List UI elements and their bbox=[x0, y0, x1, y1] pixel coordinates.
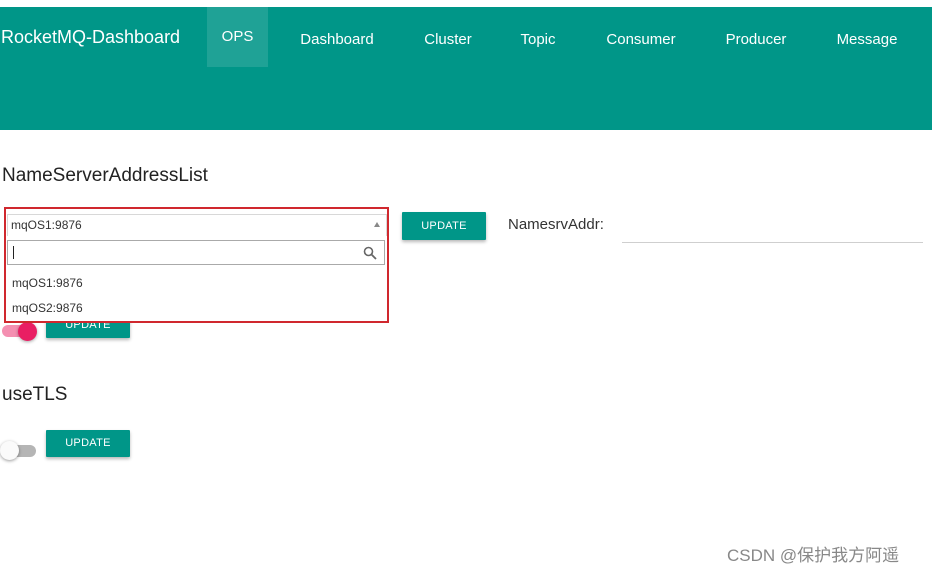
nav-dashboard[interactable]: Dashboard bbox=[286, 7, 388, 67]
namesrv-addr-input[interactable] bbox=[622, 242, 923, 243]
nameserver-update-button[interactable]: UPDATE bbox=[402, 212, 486, 240]
brand-title[interactable]: RocketMQ-Dashboard bbox=[1, 27, 180, 48]
namesrv-addr-label: NamesrvAddr: bbox=[508, 216, 604, 233]
nameserver-select[interactable]: mqOS1:9876 bbox=[7, 214, 387, 236]
nav-topic[interactable]: Topic bbox=[505, 7, 571, 67]
use-tls-update-button[interactable]: UPDATE bbox=[46, 430, 130, 457]
text-cursor bbox=[13, 246, 14, 259]
nameserver-selected-value: mqOS1:9876 bbox=[11, 218, 82, 232]
csdn-watermark: CSDN @保护我方阿遥 bbox=[727, 546, 900, 565]
toggle-knob bbox=[18, 322, 37, 341]
use-tls-section-title: useTLS bbox=[2, 384, 68, 405]
nameserver-section-title: NameServerAddressList bbox=[2, 165, 208, 186]
top-navbar: RocketMQ-Dashboard OPS Dashboard Cluster… bbox=[0, 7, 932, 130]
nameserver-search-input[interactable] bbox=[7, 240, 385, 265]
caret-up-icon[interactable] bbox=[374, 222, 380, 227]
search-icon bbox=[363, 246, 377, 260]
nav-consumer[interactable]: Consumer bbox=[590, 7, 692, 67]
dropdown-option-mqos2[interactable]: mqOS2:9876 bbox=[12, 301, 83, 315]
toggle-knob bbox=[0, 441, 19, 460]
nav-message[interactable]: Message bbox=[820, 7, 914, 67]
dropdown-option-mqos1[interactable]: mqOS1:9876 bbox=[12, 276, 83, 290]
nav-ops[interactable]: OPS bbox=[207, 7, 268, 67]
nav-producer[interactable]: Producer bbox=[710, 7, 802, 67]
nav-cluster[interactable]: Cluster bbox=[408, 7, 488, 67]
